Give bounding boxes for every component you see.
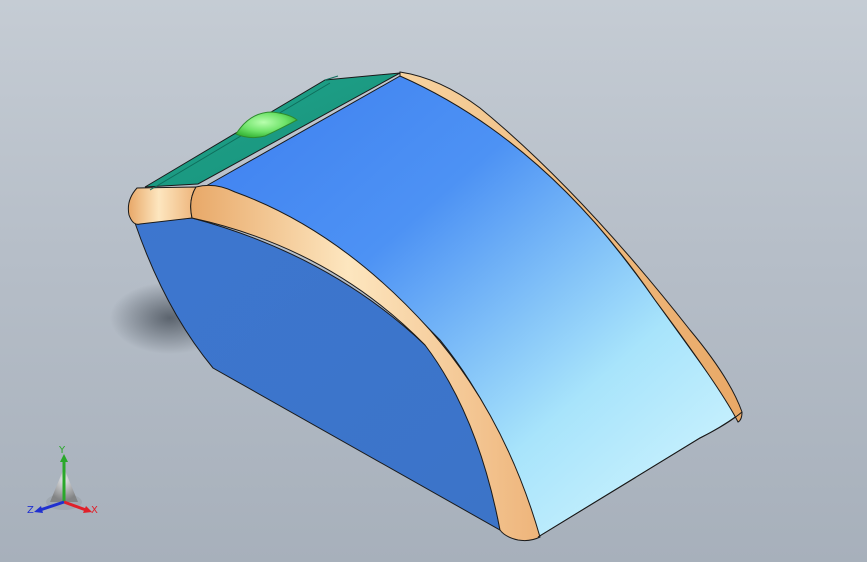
back-left-fillet <box>127 186 197 225</box>
triad-label-x: X <box>91 505 98 516</box>
model-view[interactable] <box>0 0 867 562</box>
view-triad[interactable]: Y X Z <box>22 446 106 526</box>
graphics-viewport[interactable]: Y X Z <box>0 0 867 562</box>
triad-label-z: Z <box>27 505 34 516</box>
z-axis-arrow-icon <box>34 506 43 513</box>
triad-label-y: Y <box>59 445 66 456</box>
